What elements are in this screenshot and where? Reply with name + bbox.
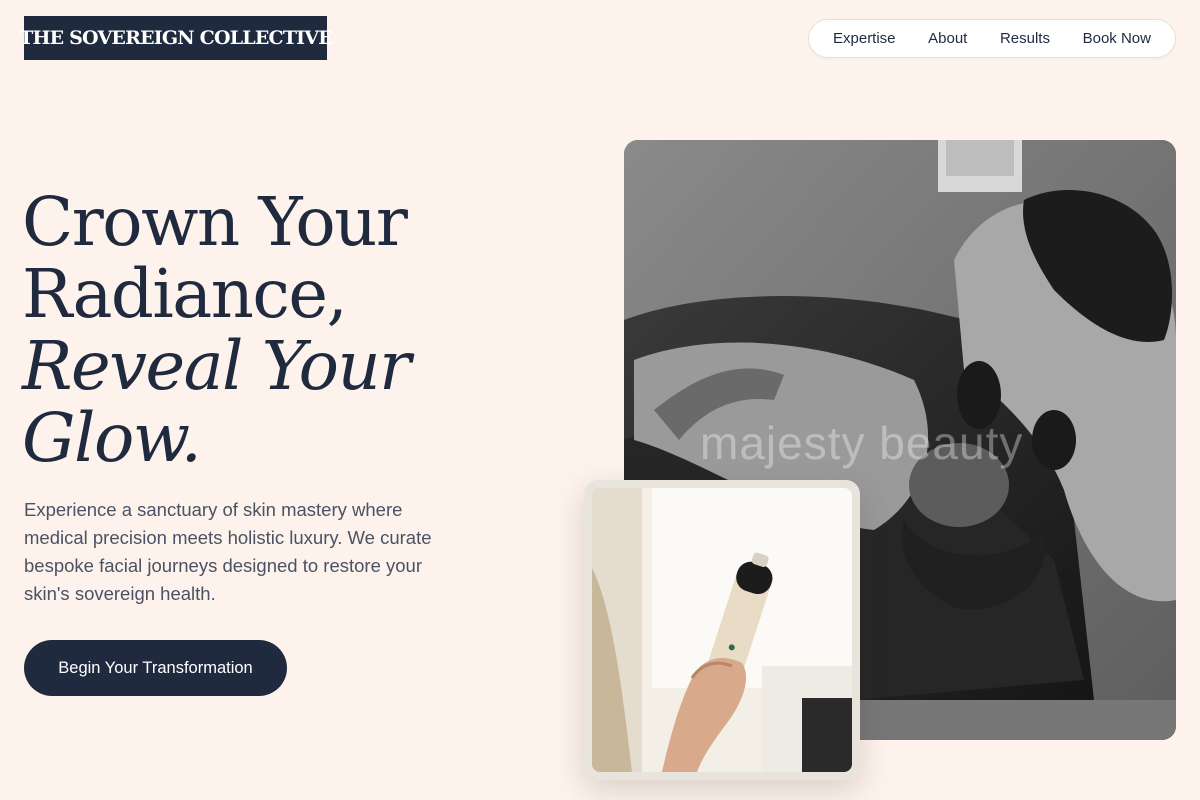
main-nav: Expertise About Results Book Now <box>808 19 1176 58</box>
begin-transformation-button[interactable]: Begin Your Transformation <box>24 640 287 696</box>
brand-logo-text: THE SOVEREIGN COLLECTIVE <box>19 27 333 49</box>
hero-inset-photo <box>592 488 852 772</box>
hero-description: Experience a sanctuary of skin mastery w… <box>24 499 432 604</box>
headline-line-3: Reveal Your <box>22 327 411 405</box>
headline-line-1: Crown Your <box>22 183 408 261</box>
nav-link-about[interactable]: About <box>928 30 967 47</box>
headline-line-4: Glow. <box>22 399 202 477</box>
nav-link-expertise[interactable]: Expertise <box>833 30 896 47</box>
nav-link-results[interactable]: Results <box>1000 30 1050 47</box>
hero-headline: Crown Your Radiance, Reveal Your Glow. <box>22 186 542 474</box>
nav-link-book-now[interactable]: Book Now <box>1083 30 1151 47</box>
brand-logo[interactable]: THE SOVEREIGN COLLECTIVE <box>19 16 333 60</box>
hero-inset-photo-frame <box>584 480 860 780</box>
headline-line-2: Radiance, <box>22 255 348 333</box>
